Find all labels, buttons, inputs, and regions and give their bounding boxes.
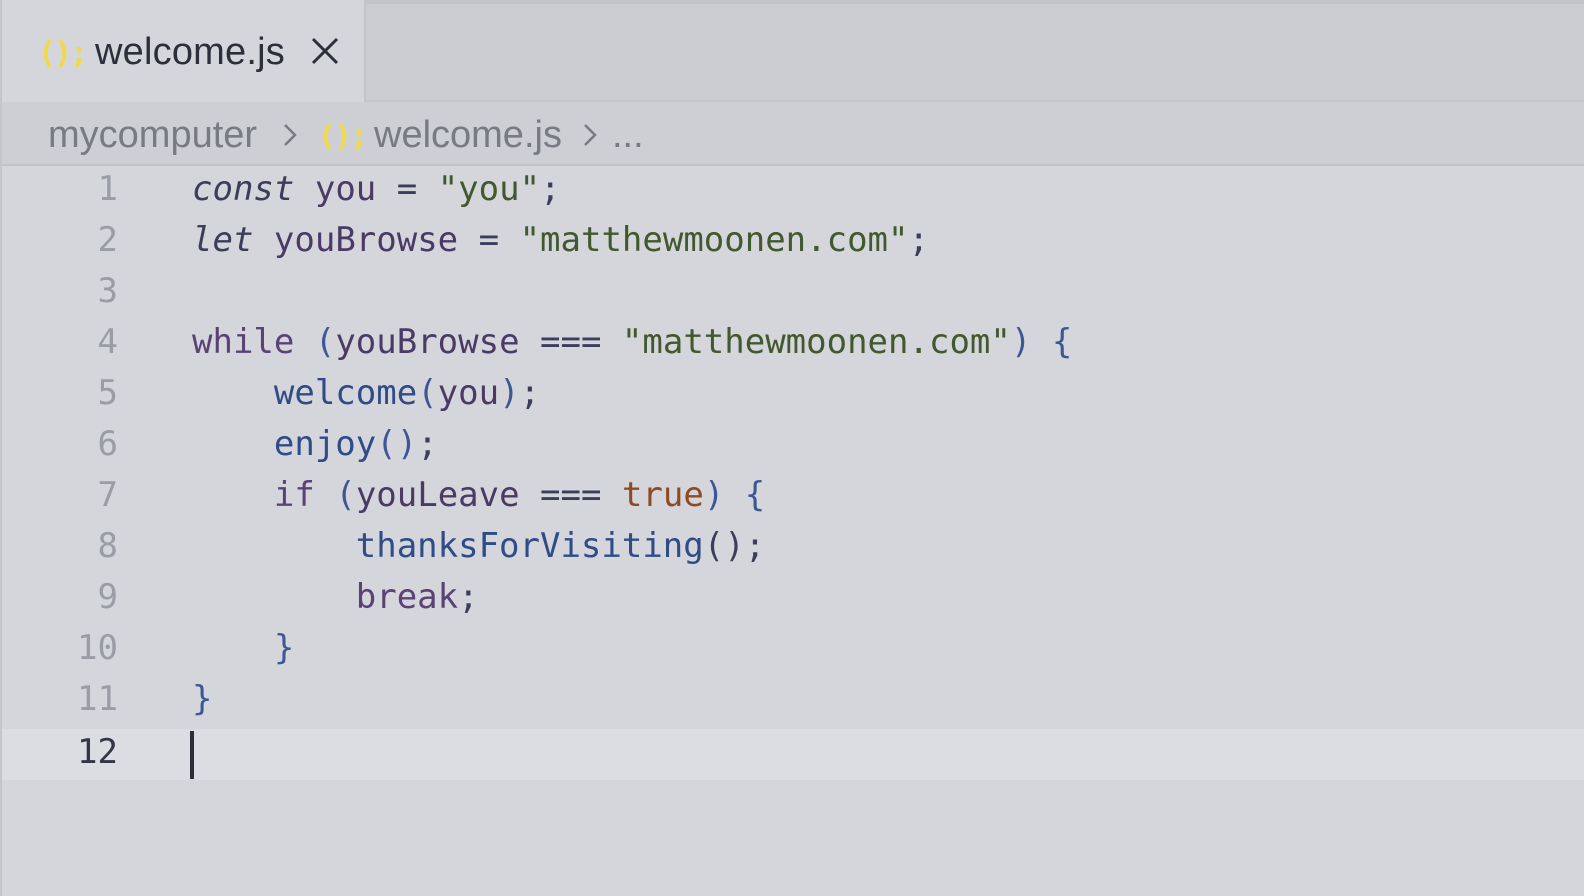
code-text: let youBrowse = "matthewmoonen.com"; bbox=[192, 220, 929, 260]
breadcrumb: mycomputer (); welcome.js ... bbox=[2, 102, 1584, 166]
code-text: break; bbox=[355, 577, 479, 617]
line-number: 3 bbox=[97, 271, 118, 311]
chevron-right-icon bbox=[584, 124, 597, 146]
code-text: enjoy(); bbox=[273, 424, 438, 464]
code-text: thanksForVisiting(); bbox=[355, 526, 766, 566]
code-line-4[interactable]: 4 while (youBrowse === "matthewmoonen.co… bbox=[2, 319, 1584, 370]
code-line-10[interactable]: 10 } bbox=[2, 625, 1584, 676]
tab-label: welcome.js bbox=[95, 31, 285, 73]
close-icon[interactable] bbox=[308, 34, 342, 68]
text-cursor bbox=[190, 731, 194, 779]
code-line-1[interactable]: 1 const you = "you"; bbox=[2, 166, 1584, 217]
code-text: } bbox=[273, 628, 295, 668]
breadcrumb-folder[interactable]: mycomputer bbox=[48, 114, 257, 157]
code-text: if (youLeave === true) { bbox=[273, 475, 766, 515]
code-text: const you = "you"; bbox=[192, 169, 561, 209]
javascript-file-icon: (); bbox=[318, 119, 368, 154]
line-number: 12 bbox=[77, 732, 118, 772]
code-line-7[interactable]: 7 if (youLeave === true) { bbox=[2, 472, 1584, 523]
line-number: 8 bbox=[97, 526, 118, 566]
code-editor[interactable]: 1 const you = "you"; 2 let youBrowse = "… bbox=[2, 166, 1584, 896]
code-text: while (youBrowse === "matthewmoonen.com"… bbox=[192, 322, 1073, 362]
editor-window: (); welcome.js mycomputer (); welcome.js… bbox=[0, 0, 1584, 896]
tab-bar: (); welcome.js bbox=[2, 0, 1584, 104]
code-line-5[interactable]: 5 welcome(you); bbox=[2, 370, 1584, 421]
code-line-3[interactable]: 3 bbox=[2, 268, 1584, 319]
code-line-12[interactable]: 12 bbox=[2, 729, 1584, 780]
code-line-11[interactable]: 11 } bbox=[2, 676, 1584, 727]
line-number: 2 bbox=[97, 220, 118, 260]
code-line-2[interactable]: 2 let youBrowse = "matthewmoonen.com"; bbox=[2, 217, 1584, 268]
line-number: 11 bbox=[77, 679, 118, 719]
line-number: 5 bbox=[97, 373, 118, 413]
line-number: 9 bbox=[97, 577, 118, 617]
code-line-6[interactable]: 6 enjoy(); bbox=[2, 421, 1584, 472]
line-number: 4 bbox=[97, 322, 118, 362]
javascript-file-icon: (); bbox=[38, 36, 88, 71]
line-number: 7 bbox=[97, 475, 118, 515]
code-text: } bbox=[192, 679, 213, 719]
code-text: welcome(you); bbox=[273, 373, 541, 413]
tab-welcome-js[interactable]: (); welcome.js bbox=[2, 0, 366, 104]
line-number: 1 bbox=[97, 169, 118, 209]
code-line-9[interactable]: 9 break; bbox=[2, 574, 1584, 625]
breadcrumb-file[interactable]: welcome.js bbox=[374, 114, 562, 157]
breadcrumb-more[interactable]: ... bbox=[612, 114, 644, 157]
line-number: 6 bbox=[97, 424, 118, 464]
code-line-8[interactable]: 8 thanksForVisiting(); bbox=[2, 523, 1584, 574]
line-number: 10 bbox=[77, 628, 118, 668]
chevron-right-icon bbox=[284, 124, 297, 146]
